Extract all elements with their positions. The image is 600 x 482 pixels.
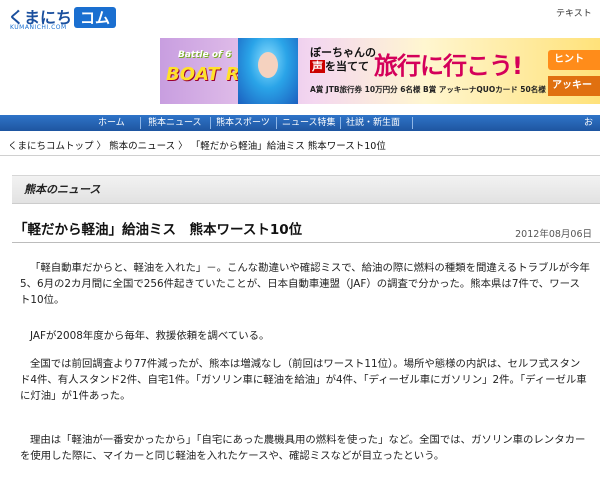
nav-separator <box>340 117 341 129</box>
banner-hint-button[interactable]: ヒント <box>548 50 600 70</box>
breadcrumb-separator: 〉 <box>178 141 188 152</box>
main-nav: ホーム 熊本ニュース 熊本スポーツ ニュース特集 社説・新生面 お <box>0 115 600 131</box>
logo-subtext: KUMANICHI.COM <box>10 24 67 31</box>
text-version-link[interactable]: テキスト <box>556 6 600 19</box>
nav-item-news-feature[interactable]: ニュース特集 <box>282 115 336 131</box>
breadcrumb-home-link[interactable]: くまにちコムトップ <box>8 141 94 152</box>
banner-ad[interactable]: Battle of 6 BOAT RACE ぼーちゃんの 声を当てて 旅行に行こ… <box>160 38 600 104</box>
breadcrumb: くまにちコムトップ 〉 熊本のニュース 〉 「軽だから軽油」給油ミス 熊本ワース… <box>8 138 386 152</box>
section-title: 熊本のニュース <box>24 183 101 196</box>
article-paragraph: 理由は「軽油が一番安かったから」「自宅にあった農機具用の燃料を使った」など。全国… <box>20 434 586 462</box>
breadcrumb-divider <box>0 155 600 156</box>
article-paragraph: 全国では前回調査より77件減ったが、熊本は増減なし（前回はワースト11位）。場所… <box>20 358 587 402</box>
banner-model-face <box>258 52 278 78</box>
article-paragraph: 「軽自動車だからと、軽油を入れた」－。こんな勘違いや確認ミスで、給油の際に燃料の… <box>20 262 590 306</box>
banner-voice-line1: ぼーちゃんの <box>310 46 376 59</box>
nav-item-more[interactable]: お <box>584 115 593 131</box>
banner-akki-button[interactable]: アッキー <box>548 76 600 96</box>
banner-voice-highlight: 声 <box>310 60 325 73</box>
article-paragraph: JAFが2008年度から毎年、救援依頼を調べている。 <box>30 330 270 342</box>
breadcrumb-news-link[interactable]: 熊本のニュース <box>109 141 175 152</box>
breadcrumb-separator: 〉 <box>96 141 107 152</box>
nav-separator <box>412 117 413 129</box>
nav-item-kumamoto-news[interactable]: 熊本ニュース <box>148 115 202 131</box>
article-date: 2012年08月06日 <box>515 229 592 240</box>
banner-trip-text: 旅行に行こう! <box>374 52 523 80</box>
nav-item-home[interactable]: ホーム <box>98 115 125 131</box>
nav-separator <box>210 117 211 129</box>
site-logo[interactable]: くまにち コム KUMANICHI.COM <box>8 4 148 32</box>
nav-separator <box>140 117 141 129</box>
nav-separator <box>276 117 277 129</box>
logo-com: コム <box>74 7 117 28</box>
nav-item-editorial[interactable]: 社説・新生面 <box>346 115 400 131</box>
breadcrumb-current: 「軽だから軽油」給油ミス 熊本ワースト10位 <box>190 141 386 152</box>
banner-prizes-text: A賞 JTB旅行券 10万円分 6名様 B賞 アッキーナQUOカード 50名様 <box>310 85 546 94</box>
article-headline: 「軽だから軽油」給油ミス 熊本ワースト10位 <box>14 222 303 238</box>
nav-item-kumamoto-sports[interactable]: 熊本スポーツ <box>216 115 270 131</box>
banner-voice-text: ぼーちゃんの 声を当てて <box>310 46 376 74</box>
headline-divider <box>12 242 600 243</box>
banner-battle-text: Battle of 6 <box>178 50 232 60</box>
banner-voice-line2: を当てて <box>325 60 369 73</box>
